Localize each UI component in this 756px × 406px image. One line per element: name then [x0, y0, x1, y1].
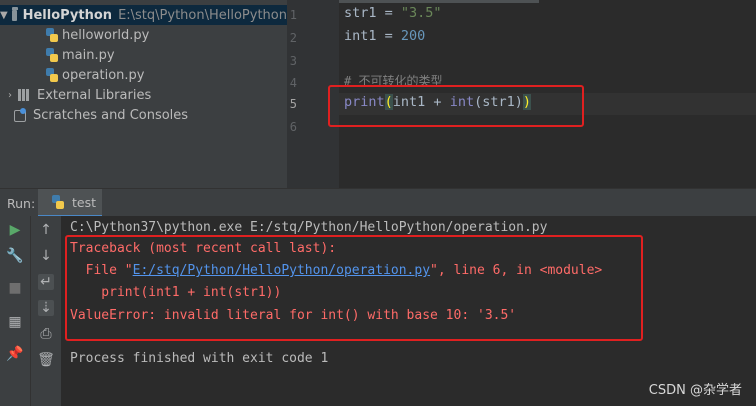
code-line: int1 = 200: [344, 28, 426, 44]
print-icon[interactable]: ⎙: [38, 326, 54, 342]
arrow-down-icon[interactable]: ↓: [38, 248, 54, 264]
layout-icon[interactable]: ▦: [7, 314, 23, 330]
arrow-up-icon[interactable]: ↑: [38, 222, 54, 238]
external-libraries-label: External Libraries: [37, 87, 152, 103]
run-label: Run:: [7, 196, 36, 211]
line-number: 2: [289, 31, 297, 45]
tree-item-file[interactable]: helloworld.py: [0, 25, 287, 45]
file-label: main.py: [62, 47, 115, 63]
line-number: 4: [289, 76, 297, 90]
scroll-to-end-icon[interactable]: ⇣: [38, 300, 54, 316]
soft-wrap-icon[interactable]: ↵: [38, 274, 54, 290]
library-icon: [18, 89, 32, 101]
run-toolbar: ▶ 🔧 ■ ▦ 📌: [0, 216, 30, 406]
console-output[interactable]: C:\Python37\python.exe E:/stq/Python/Hel…: [61, 216, 756, 406]
watermark: CSDN @杂学者: [648, 383, 742, 398]
scratches-icon: [14, 108, 28, 122]
project-tree: ▼ HelloPython E:\stq\Python\HelloPython …: [0, 0, 287, 188]
console-exit-status: Process finished with exit code 1: [70, 351, 329, 366]
chevron-down-icon[interactable]: ▼: [0, 10, 8, 21]
file-label: operation.py: [62, 67, 145, 83]
console-toolbar: ↑ ↓ ↵ ⇣ ⎙ 🗑: [30, 216, 61, 406]
project-name: HelloPython: [22, 7, 113, 23]
run-tool-window-header: Run: test: [0, 188, 756, 217]
folder-icon: [11, 6, 18, 21]
python-file-icon: [46, 28, 58, 42]
annotation-box: [65, 235, 643, 341]
python-file-icon: [46, 48, 58, 62]
tree-item-scratches[interactable]: Scratches and Consoles: [0, 105, 287, 125]
line-number: 6: [289, 120, 297, 134]
console-command: C:\Python37\python.exe E:/stq/Python/Hel…: [70, 220, 548, 235]
line-number: 3: [289, 54, 297, 68]
stop-icon[interactable]: ■: [7, 280, 23, 296]
tree-item-external-libraries[interactable]: › External Libraries: [0, 85, 287, 105]
code-editor[interactable]: str1 = "3.5" int1 = 200 # 不可转化的类型 print(…: [328, 0, 756, 188]
editor-tab-indicator: [339, 0, 539, 3]
run-tab-label: test: [72, 194, 97, 210]
tree-item-file[interactable]: main.py: [0, 45, 287, 65]
rerun-icon[interactable]: ▶: [7, 222, 23, 238]
tree-item-file[interactable]: operation.py: [0, 65, 287, 85]
pin-icon[interactable]: 📌: [6, 346, 23, 362]
scratches-label: Scratches and Consoles: [33, 107, 189, 123]
chevron-right-icon[interactable]: ›: [4, 90, 16, 101]
line-number-current: 5: [289, 97, 297, 111]
project-path: E:\stq\Python\HelloPython: [118, 7, 287, 23]
line-number: 1: [289, 8, 297, 22]
code-line: str1 = "3.5": [344, 5, 442, 21]
tree-item-project-root[interactable]: ▼ HelloPython E:\stq\Python\HelloPython: [0, 5, 287, 25]
run-tab-test[interactable]: test: [38, 189, 102, 217]
python-icon: [52, 195, 64, 209]
trash-icon[interactable]: 🗑: [37, 352, 55, 368]
annotation-box: [328, 85, 584, 127]
file-label: helloworld.py: [62, 27, 150, 43]
python-file-icon: [46, 68, 58, 82]
wrench-icon[interactable]: 🔧: [6, 248, 23, 264]
